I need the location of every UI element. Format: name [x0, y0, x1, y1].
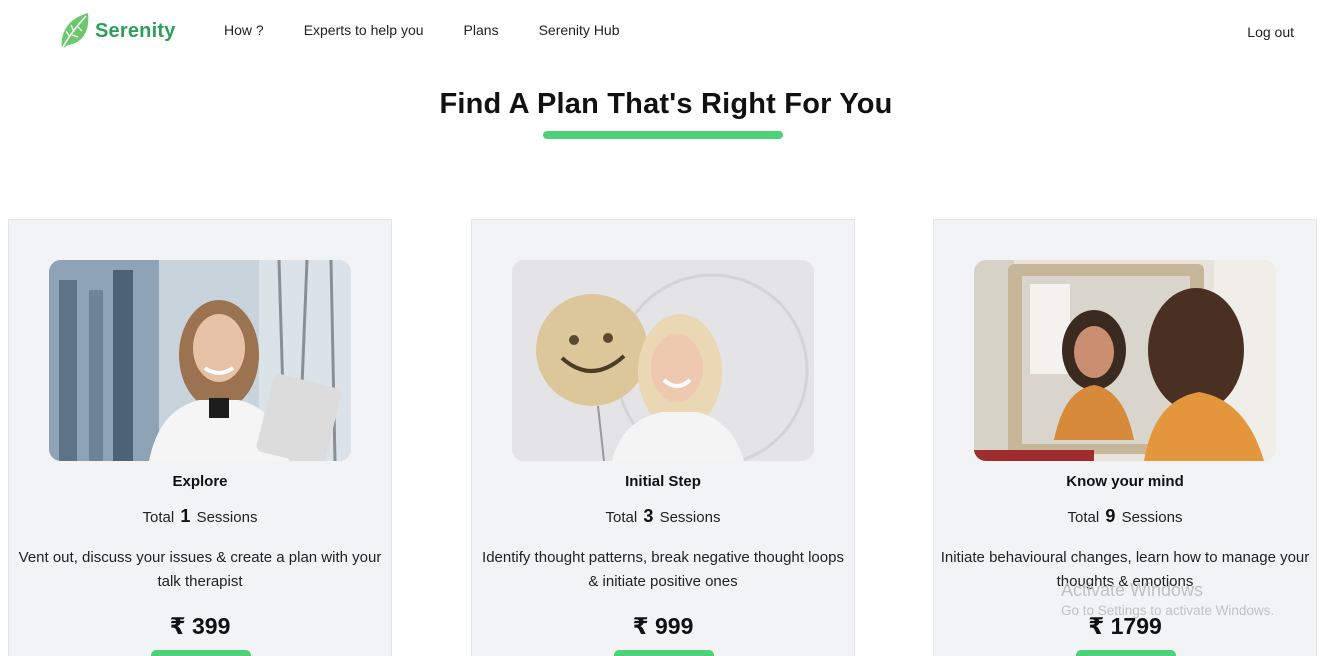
plan-price: ₹ 999	[632, 613, 694, 639]
plan-price: ₹ 399	[169, 613, 231, 639]
woman-in-mirror-image	[974, 260, 1276, 461]
brand-logo[interactable]: Serenity	[58, 11, 176, 51]
watermark-title: Activate Windows	[1061, 580, 1204, 600]
plan-photo	[512, 260, 814, 461]
plan-name: Initial Step	[625, 473, 701, 490]
plan-select-button[interactable]	[614, 650, 714, 656]
plan-select-button[interactable]	[1076, 650, 1176, 656]
activate-windows-watermark: Activate Windows Go to Settings to activ…	[1061, 580, 1274, 618]
leaf-icon	[61, 13, 89, 50]
plan-name: Know your mind	[1066, 473, 1184, 490]
nav-link-plans[interactable]: Plans	[464, 22, 499, 38]
plan-card-initial-step: Initial Step Total 3 Sessions Identify t…	[471, 219, 855, 656]
page-heading: Find A Plan That's Right For You	[0, 88, 1332, 121]
plan-photo	[49, 260, 351, 461]
watermark-subtitle: Go to Settings to activate Windows.	[1061, 603, 1275, 618]
plan-description: Identify thought patterns, break negativ…	[482, 549, 844, 590]
sessions-prefix: Total	[1067, 509, 1100, 526]
top-navbar: Serenity How ? Experts to help you Plans…	[0, 0, 1332, 64]
page-title: Find A Plan That's Right For You	[439, 88, 893, 120]
plan-select-button[interactable]	[151, 650, 251, 656]
sessions-count: 3	[643, 506, 654, 526]
plan-sessions: Total 9 Sessions	[934, 506, 1316, 527]
logout-link[interactable]: Log out	[1247, 24, 1294, 40]
sessions-suffix: Sessions	[196, 509, 258, 526]
sessions-suffix: Sessions	[1121, 509, 1183, 526]
plan-name: Explore	[172, 473, 228, 490]
plan-sessions: Total 3 Sessions	[472, 506, 854, 527]
nav-links: How ? Experts to help you Plans Serenity…	[224, 22, 660, 38]
plan-photo	[974, 260, 1276, 461]
sessions-suffix: Sessions	[659, 509, 721, 526]
sessions-count: 9	[1105, 506, 1116, 526]
plan-card-explore: Explore Total 1 Sessions Vent out, discu…	[8, 219, 392, 656]
woman-with-tablet-image	[49, 260, 351, 461]
nav-link-how[interactable]: How ?	[224, 22, 264, 38]
plan-description: Vent out, discuss your issues & create a…	[18, 549, 382, 590]
nav-link-experts[interactable]: Experts to help you	[304, 22, 424, 38]
sessions-prefix: Total	[142, 509, 175, 526]
sessions-prefix: Total	[605, 509, 638, 526]
woman-with-balloon-image	[512, 260, 814, 461]
brand-name: Serenity	[95, 19, 176, 42]
nav-link-serenity-hub[interactable]: Serenity Hub	[539, 22, 620, 38]
sessions-count: 1	[180, 506, 191, 526]
title-underline	[543, 131, 783, 139]
plan-sessions: Total 1 Sessions	[9, 506, 391, 527]
